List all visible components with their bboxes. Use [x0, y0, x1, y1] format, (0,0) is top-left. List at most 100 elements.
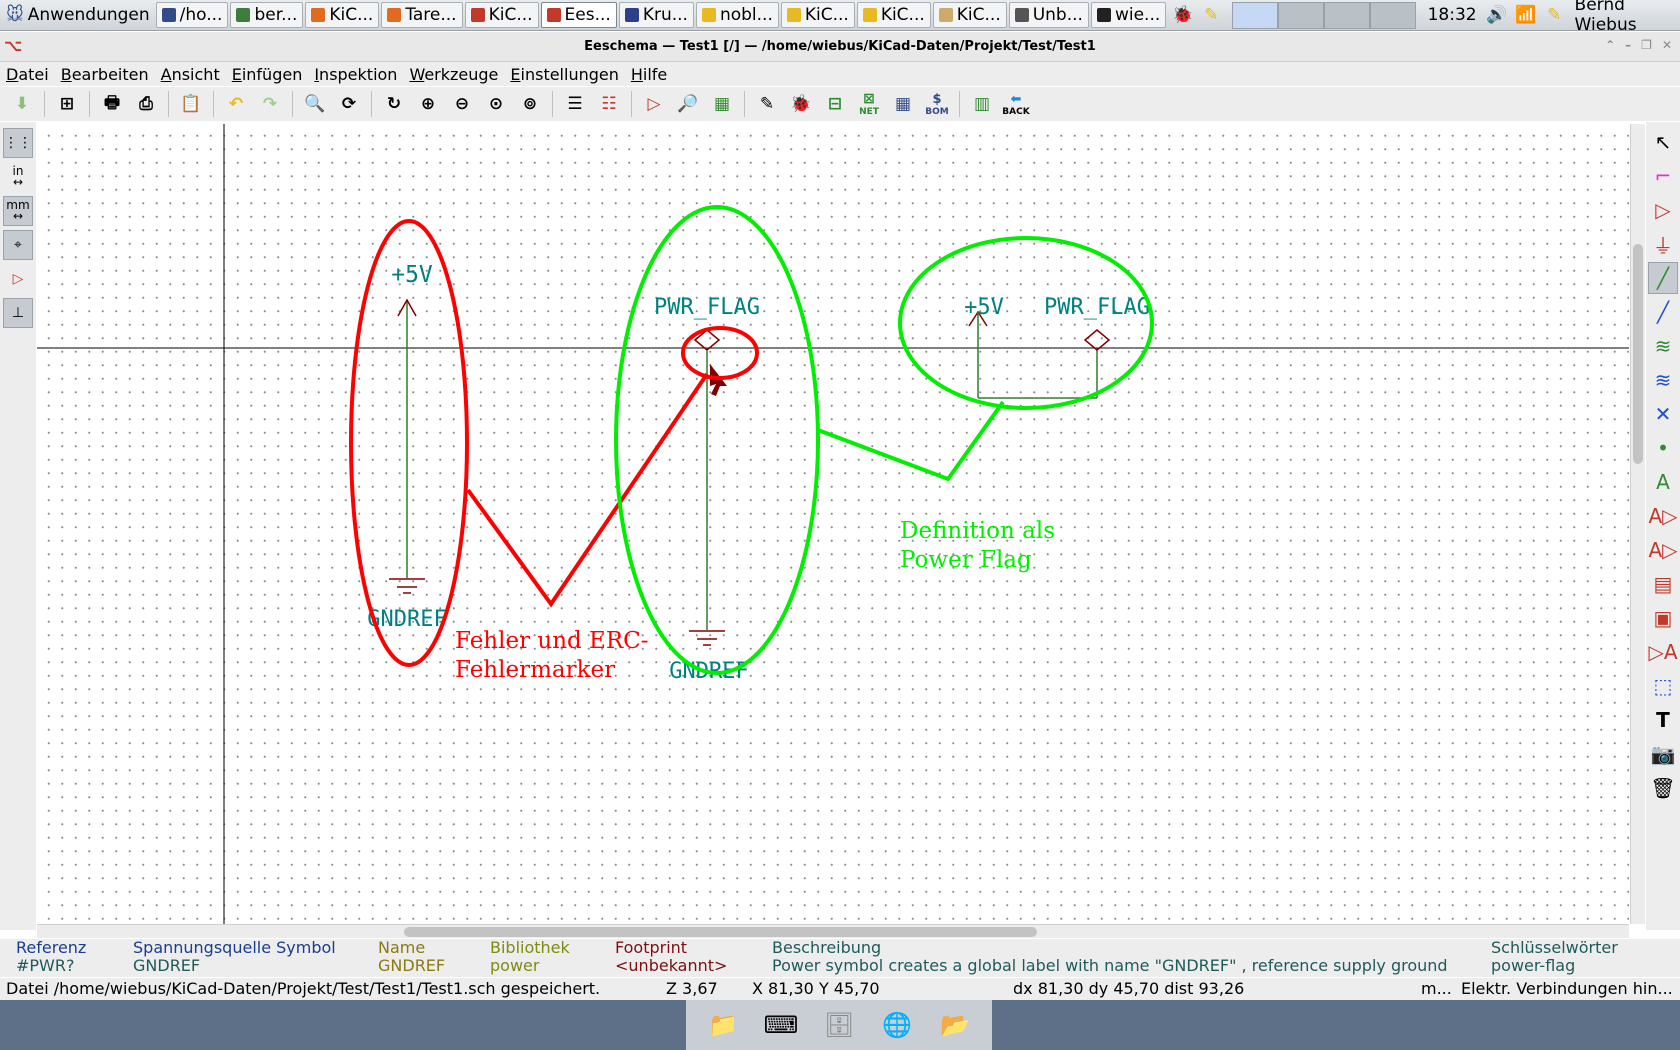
menu-item[interactable]: Inspektion	[308, 65, 403, 84]
taskbar-task[interactable]: KiC...	[780, 2, 855, 28]
taskbar-task[interactable]: Unb...	[1008, 2, 1089, 28]
menu-item[interactable]: Einstellungen	[504, 65, 624, 84]
applications-menu-button[interactable]: 🐭 Anwendungen	[0, 1, 156, 29]
add-hier-label-icon[interactable]: A▷	[1648, 534, 1678, 566]
annotate-icon[interactable]: ✎	[751, 89, 783, 119]
erc-icon[interactable]: 🐞	[785, 89, 817, 119]
vertical-scrollbar[interactable]	[1630, 124, 1645, 924]
netlist-button[interactable]: ⊠ NET	[853, 89, 885, 119]
zoom-in-icon[interactable]: ⊕	[412, 89, 444, 119]
workspace-1[interactable]	[1231, 1, 1278, 29]
add-junction-icon[interactable]: •	[1648, 432, 1678, 464]
add-label-icon[interactable]: A	[1648, 466, 1678, 498]
mm-units-button[interactable]: mm ↔	[3, 196, 33, 226]
taskbar-task[interactable]: KiC...	[305, 2, 380, 28]
home-folder-icon[interactable]: 📁	[704, 1006, 742, 1044]
menu-item[interactable]: Ansicht	[155, 65, 226, 84]
menu-item[interactable]: Werkzeuge	[403, 65, 504, 84]
select-arrow-icon[interactable]: ↖	[1648, 126, 1678, 158]
redo-icon[interactable]: ↷	[254, 89, 286, 119]
taskbar-task[interactable]: KiC...	[932, 2, 1007, 28]
add-global-label-icon[interactable]: A▷	[1648, 500, 1678, 532]
delete-icon[interactable]: 🗑	[1648, 772, 1678, 804]
minimize-icon[interactable]: –	[1625, 38, 1631, 52]
taskbar-task[interactable]: Ees...	[540, 2, 617, 28]
inch-units-button[interactable]: in ↔	[3, 162, 33, 192]
workspace-2[interactable]	[1277, 1, 1324, 29]
maximize-icon[interactable]: ❐	[1641, 38, 1652, 52]
workspace-4[interactable]	[1369, 1, 1416, 29]
pcbnew-icon[interactable]: ▥	[966, 89, 998, 119]
taskbar-task[interactable]: ber...	[230, 2, 304, 28]
vertical-scroll-thumb[interactable]	[1633, 244, 1643, 464]
gndref-symbol-left[interactable]	[389, 578, 425, 594]
add-sheet-icon[interactable]: ▤	[1648, 568, 1678, 600]
horizontal-scroll-thumb[interactable]	[404, 927, 1037, 937]
paste-icon[interactable]: 📋	[175, 89, 207, 119]
network-icon[interactable]: 📶	[1511, 0, 1540, 30]
menu-item[interactable]: Einfügen	[226, 65, 309, 84]
cvpcb-icon[interactable]: ⊟	[819, 89, 851, 119]
bug-icon[interactable]: 🐞	[1168, 0, 1197, 30]
plot-icon[interactable]: ⎙	[130, 89, 162, 119]
find-icon[interactable]: 🔍	[299, 89, 331, 119]
user-name[interactable]: Bernd Wiebus	[1575, 0, 1680, 35]
add-symbol-icon[interactable]: ▷	[1648, 194, 1678, 226]
taskbar-task[interactable]: Tare...	[381, 2, 463, 28]
add-bus-icon[interactable]: ╱	[1648, 296, 1678, 328]
zoom-selection-icon[interactable]: ⊚	[514, 89, 546, 119]
volume-icon[interactable]: 🔊	[1483, 0, 1512, 30]
add-text-icon[interactable]: T	[1648, 704, 1678, 736]
refresh-icon[interactable]: ↻	[378, 89, 410, 119]
page-settings-icon[interactable]: ⊞	[51, 89, 83, 119]
leave-sheet-icon[interactable]: ☷	[593, 89, 625, 119]
add-wire-icon[interactable]: ╱	[1648, 262, 1678, 294]
menu-item[interactable]: Datei	[0, 65, 55, 84]
highlight-net-icon[interactable]: ⌐	[1648, 160, 1678, 192]
schematic-canvas[interactable]: +5V GNDREF PWR_FLAG GNDREF +5V PWR_FLAG …	[37, 124, 1629, 924]
web-browser-icon[interactable]: 🌐	[878, 1006, 916, 1044]
symbol-editor-icon[interactable]: ▷	[638, 89, 670, 119]
add-graphic-line-icon[interactable]: ⬚	[1648, 670, 1678, 702]
cursor-crosshair-icon[interactable]: ⌖	[3, 230, 33, 260]
taskbar-task[interactable]: wie...	[1090, 2, 1167, 28]
taskbar-task[interactable]: nobl...	[695, 2, 779, 28]
bom-button[interactable]: $ BOM	[921, 89, 953, 119]
terminal-icon[interactable]: ⌨	[762, 1006, 800, 1044]
file-manager-icon[interactable]: 🗄	[820, 1006, 858, 1044]
wire-bus-entry-icon[interactable]: ≋	[1648, 330, 1678, 362]
horizontal-scrollbar[interactable]	[37, 924, 1629, 938]
notes-tray-icon[interactable]: ✎	[1540, 0, 1569, 30]
save-icon[interactable]: ⬇	[6, 89, 38, 119]
zoom-fit-icon[interactable]: ⊙	[480, 89, 512, 119]
menu-item[interactable]: Hilfe	[625, 65, 673, 84]
taskbar-task[interactable]: /ho...	[155, 2, 229, 28]
taskbar-task[interactable]: KiC...	[856, 2, 931, 28]
add-sheet-pin-icon[interactable]: ▷A	[1648, 636, 1678, 668]
import-sheet-pin-icon[interactable]: ▣	[1648, 602, 1678, 634]
shade-icon[interactable]: ⌃	[1605, 38, 1615, 52]
taskbar-task[interactable]: Kru...	[618, 2, 694, 28]
footprint-assign-icon[interactable]: ▦	[706, 89, 738, 119]
taskbar-task[interactable]: KiC...	[464, 2, 539, 28]
fields-table-icon[interactable]: ▦	[887, 89, 919, 119]
add-image-icon[interactable]: 📷	[1648, 738, 1678, 770]
power-5v-symbol[interactable]	[397, 298, 417, 578]
gndref-symbol-mid[interactable]	[689, 630, 725, 646]
power-5v-flag-net[interactable]	[968, 310, 1111, 399]
print-icon[interactable]: 🖶	[96, 89, 128, 119]
grid-icon[interactable]: ⋮⋮	[3, 128, 33, 158]
find-replace-icon[interactable]: ⟳	[333, 89, 365, 119]
back-button[interactable]: ⬅ BACK	[1000, 89, 1032, 119]
bus-bus-entry-icon[interactable]: ≋	[1648, 364, 1678, 396]
menu-item[interactable]: Bearbeiten	[55, 65, 155, 84]
zoom-out-icon[interactable]: ⊖	[446, 89, 478, 119]
add-power-icon[interactable]: ⏚	[1648, 228, 1678, 260]
folder-icon[interactable]: 📂	[936, 1006, 974, 1044]
close-icon[interactable]: ✕	[1662, 38, 1672, 52]
wire-angle-icon[interactable]: ⊥	[3, 298, 33, 328]
notes-icon[interactable]: ✎	[1197, 0, 1226, 30]
symbol-browser-icon[interactable]: 🔎	[672, 89, 704, 119]
erc-marker-icon[interactable]	[710, 364, 727, 396]
undo-icon[interactable]: ↶	[220, 89, 252, 119]
